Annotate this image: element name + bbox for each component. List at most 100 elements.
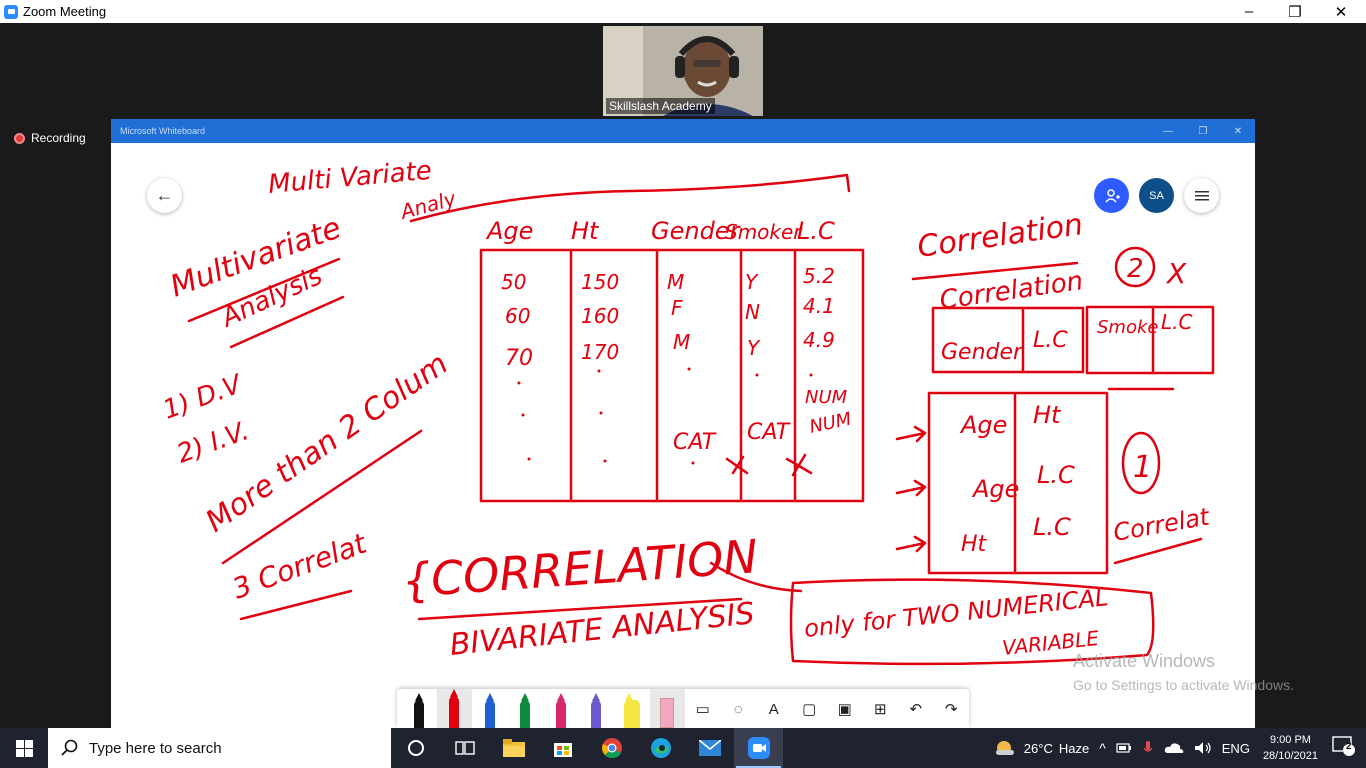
- ink-mini-1-col1: Gender: [941, 340, 1024, 365]
- windows-logo-icon: [15, 739, 33, 757]
- ink-pair-ht: Ht: [1033, 401, 1062, 429]
- redo-tool[interactable]: ↷: [934, 689, 970, 728]
- ink-cell: 60: [505, 304, 530, 328]
- minimize-button[interactable]: –: [1226, 0, 1272, 23]
- cortana-button[interactable]: [391, 728, 440, 768]
- ink-mark-two: 2: [1127, 254, 1144, 284]
- insert-icon: ⊞: [873, 701, 887, 718]
- volume-button[interactable]: [1194, 741, 1212, 755]
- show-hidden-icons-button[interactable]: ^: [1099, 740, 1106, 756]
- ink-pair-age: Age: [959, 411, 1007, 439]
- ink-star-mark: [725, 455, 749, 475]
- restore-button[interactable]: ❐: [1272, 0, 1318, 23]
- notification-count: 2: [1346, 741, 1352, 752]
- task-view-button[interactable]: [440, 728, 489, 768]
- zoom-icon: [747, 737, 770, 759]
- user-avatar[interactable]: SA: [1139, 178, 1174, 213]
- edge-button[interactable]: [636, 728, 685, 768]
- mail-button[interactable]: [685, 728, 734, 768]
- notification-center-button[interactable]: 2: [1332, 735, 1358, 761]
- pen-icon: [555, 693, 566, 728]
- ink-cell: M: [667, 270, 684, 294]
- green-pen-tool[interactable]: [508, 689, 544, 728]
- ink-cell: 4.1: [803, 294, 835, 318]
- highlighter-icon: [623, 693, 640, 728]
- ink-dv: 1) D.V: [159, 369, 247, 426]
- ink-star-mark: [785, 453, 813, 477]
- store-button[interactable]: [538, 728, 587, 768]
- highlighter-tool[interactable]: [614, 689, 650, 728]
- taskbar-search-input[interactable]: Type here to search: [48, 728, 391, 768]
- insert-tool[interactable]: ⊞: [863, 689, 899, 728]
- wb-minimize-button[interactable]: —: [1151, 119, 1185, 143]
- ink-pair-ht: Ht: [961, 532, 988, 557]
- ink-cell: 4.9: [803, 328, 835, 352]
- chrome-icon: [601, 738, 622, 759]
- ink-brace-top: [409, 173, 851, 223]
- participant-video[interactable]: Skillslash Academy: [603, 26, 763, 116]
- wb-close-button[interactable]: ✕: [1221, 119, 1255, 143]
- ink-type-num: NUM: [805, 387, 848, 408]
- cloud-icon: [1164, 743, 1183, 753]
- ink-arrow: [895, 479, 927, 497]
- wb-restore-button[interactable]: ❐: [1186, 119, 1220, 143]
- search-icon: [61, 739, 78, 756]
- whiteboard-window: Microsoft Whiteboard — ❐ ✕ Multi Variate…: [111, 119, 1255, 728]
- pink-pen-tool[interactable]: [543, 689, 579, 728]
- black-pen-tool[interactable]: [401, 689, 437, 728]
- zoom-taskbar-button[interactable]: [734, 728, 783, 768]
- sticky-note-tool[interactable]: ▢: [792, 689, 828, 728]
- start-button[interactable]: [0, 728, 48, 768]
- zoom-app-icon: [4, 4, 18, 19]
- recording-indicator[interactable]: Recording: [14, 131, 86, 145]
- pen-icon: [413, 693, 424, 728]
- onedrive-button[interactable]: [1164, 742, 1184, 754]
- recording-label: Recording: [31, 131, 86, 145]
- undo-icon: ↶: [909, 701, 923, 718]
- language-button[interactable]: ENG: [1222, 741, 1250, 756]
- invite-button[interactable]: [1094, 178, 1129, 213]
- settings-menu-button[interactable]: [1184, 178, 1219, 213]
- edge-icon: [650, 738, 671, 758]
- add-person-icon: [1104, 188, 1120, 203]
- battery-icon: [1116, 743, 1131, 753]
- galaxy-pen-tool[interactable]: [579, 689, 615, 728]
- ink-pair-lc: L.C: [1033, 513, 1071, 541]
- ink-mark-one: 1: [1133, 450, 1152, 485]
- back-button[interactable]: ←: [147, 178, 182, 213]
- red-pen-tool[interactable]: [436, 689, 472, 728]
- image-tool[interactable]: ▣: [827, 689, 863, 728]
- mail-icon: [698, 740, 721, 756]
- sticky-note-icon: ▢: [802, 701, 817, 718]
- close-button[interactable]: ✕: [1318, 0, 1364, 23]
- ink-cell: 150: [581, 270, 619, 294]
- ink-cell: Y: [747, 336, 761, 360]
- weather-desc: Haze: [1058, 740, 1090, 756]
- mic-button[interactable]: [1142, 740, 1154, 756]
- activation-watermark-title: Activate Windows: [1073, 651, 1216, 671]
- clock[interactable]: 9:00 PM 28/10/2021: [1263, 732, 1318, 764]
- ink-mark-x: X: [1165, 257, 1187, 290]
- eraser-icon: [660, 698, 675, 728]
- search-placeholder: Type here to search: [89, 739, 222, 757]
- chrome-button[interactable]: [587, 728, 636, 768]
- ink-mini-2-col2: L.C: [1161, 310, 1193, 334]
- weather-widget[interactable]: 26°C Haze: [994, 739, 1089, 757]
- ink-pair-age: Age: [971, 475, 1019, 503]
- ink-correlation-top: Correlation: [915, 207, 1085, 265]
- hamburger-icon: [1194, 190, 1209, 200]
- ink-analysis-top: Analy: [396, 186, 459, 224]
- whiteboard-canvas[interactable]: Multi Variate Analy Multivariate Analysi…: [111, 143, 1255, 728]
- ink-multivariate-top: Multi Variate: [267, 156, 433, 200]
- blue-pen-tool[interactable]: [472, 689, 508, 728]
- eraser-tool[interactable]: [649, 689, 685, 728]
- file-explorer-button[interactable]: [489, 728, 538, 768]
- undo-tool[interactable]: ↶: [898, 689, 934, 728]
- ink-type-cat: CAT: [747, 420, 791, 445]
- clock-date: 28/10/2021: [1262, 750, 1318, 762]
- weather-temp: 26°C: [1023, 740, 1053, 756]
- lasso-tool[interactable]: ◌: [721, 689, 757, 728]
- battery-button[interactable]: [1116, 742, 1132, 754]
- ruler-tool[interactable]: ▭: [685, 689, 721, 728]
- text-tool[interactable]: A: [756, 689, 792, 728]
